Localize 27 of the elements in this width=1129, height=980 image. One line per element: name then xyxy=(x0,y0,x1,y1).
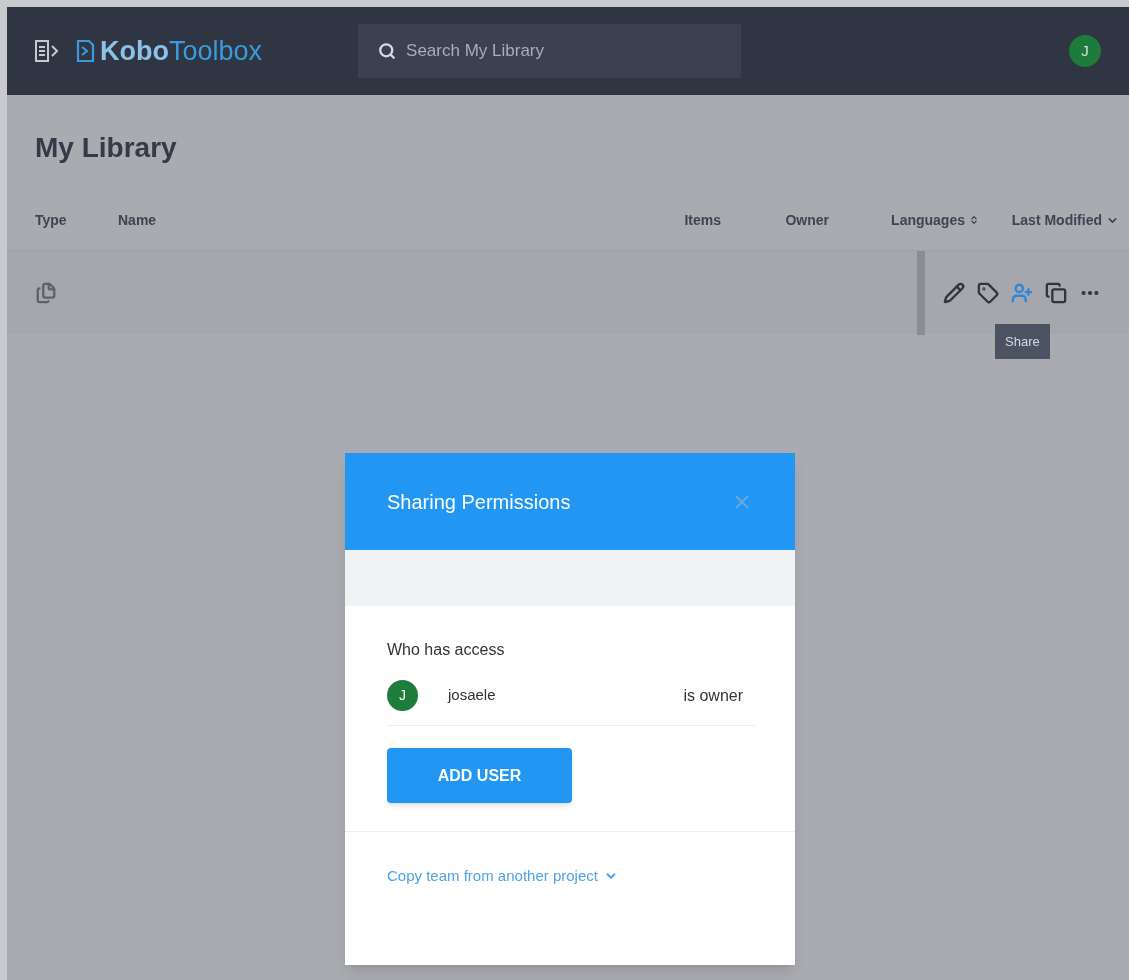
column-header[interactable]: Languages xyxy=(891,209,979,231)
copy-team-link[interactable]: Copy team from another project xyxy=(387,865,618,888)
sort-icon xyxy=(969,215,979,225)
user-name: josaele xyxy=(448,685,497,706)
scrollbar[interactable] xyxy=(917,250,925,335)
column-header[interactable]: Type xyxy=(35,209,67,231)
section-label: Who has access xyxy=(387,640,506,660)
tag-icon[interactable] xyxy=(977,281,999,304)
logo-text[interactable]: KoboToolbox xyxy=(100,37,263,65)
search-field[interactable]: Search My Library xyxy=(358,24,742,78)
copy-icon[interactable] xyxy=(1045,281,1067,304)
search-icon xyxy=(378,42,397,60)
column-header[interactable]: Owner xyxy=(785,209,829,231)
page-title: My Library xyxy=(35,131,178,165)
user-role: is owner xyxy=(683,685,743,706)
avatar: J xyxy=(387,680,418,711)
column-header[interactable]: Last Modified xyxy=(1011,209,1119,231)
add-user-button[interactable]: ADD USER xyxy=(387,748,572,803)
pencil-icon[interactable] xyxy=(943,281,965,304)
menu-icon[interactable] xyxy=(35,40,61,62)
logo-icon xyxy=(75,39,95,63)
column-header[interactable]: Name xyxy=(118,209,157,231)
form-icon xyxy=(35,281,57,304)
tooltip: Share xyxy=(995,323,1050,359)
column-header[interactable]: Items xyxy=(684,209,721,231)
dialog-title: Sharing Permissions xyxy=(387,489,571,515)
avatar[interactable]: J xyxy=(1069,35,1101,67)
